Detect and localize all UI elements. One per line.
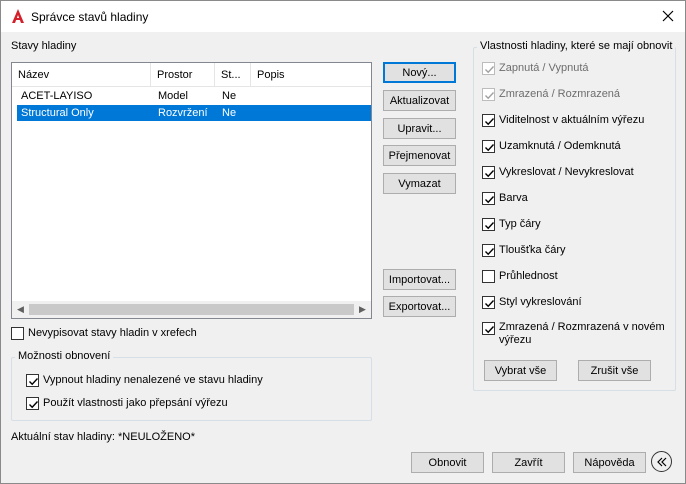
close-icon[interactable] — [651, 1, 685, 31]
title-bar: Správce stavů hladiny — [1, 1, 685, 32]
apply-as-viewport-override-label: Použít vlastnosti jako přepsání výřezu — [43, 397, 228, 409]
row-state: Ne — [222, 90, 237, 102]
delete-button[interactable]: Vymazat — [383, 173, 456, 194]
close-button[interactable]: Zavřít — [492, 452, 565, 473]
rename-button[interactable]: Přejmenovat — [383, 145, 456, 166]
row-state: Ne — [222, 107, 237, 119]
import-button[interactable]: Importovat... — [383, 269, 456, 290]
on-off-label: Zapnutá / Vypnutá — [499, 62, 589, 74]
restore-button[interactable]: Obnovit — [411, 452, 484, 473]
viewport-visibility-label: Viditelnost v aktuálním výřezu — [499, 114, 645, 126]
transparency-checkbox[interactable] — [482, 270, 495, 283]
help-button[interactable]: Nápověda — [573, 452, 646, 473]
new-vp-frozen-label-line2: výřezu — [499, 334, 532, 346]
apply-as-viewport-override-checkbox[interactable] — [26, 397, 39, 410]
layer-states-label: Stavy hladiny — [11, 40, 77, 52]
viewport-visibility-checkbox[interactable] — [482, 114, 495, 127]
column-header-name[interactable]: Název — [12, 63, 151, 87]
export-button[interactable]: Exportovat... — [383, 296, 456, 317]
properties-to-restore-label: Vlastnosti hladiny, které se mají obnovi… — [477, 40, 676, 52]
list-header: Název Prostor St... Popis — [12, 63, 371, 87]
scroll-left-icon[interactable]: ◀ — [12, 301, 29, 318]
turn-off-missing-layers-label: Vypnout hladiny nenalezené ve stavu hlad… — [43, 374, 263, 386]
new-vp-frozen-label: Zmrazená / Rozmrazená v novém — [499, 321, 665, 333]
layer-states-list[interactable]: Název Prostor St... Popis ACET-LAYISO Mo… — [11, 62, 372, 319]
update-button[interactable]: Aktualizovat — [383, 90, 456, 111]
new-button[interactable]: Nový... — [383, 62, 456, 83]
new-vp-frozen-checkbox[interactable] — [482, 322, 495, 335]
plot-noplot-label: Vykreslovat / Nevykreslovat — [499, 166, 634, 178]
chevron-left-circle-icon[interactable] — [651, 451, 672, 472]
restore-options-group — [11, 357, 372, 421]
linetype-checkbox[interactable] — [482, 218, 495, 231]
color-label: Barva — [499, 192, 528, 204]
row-name: Structural Only — [21, 107, 94, 119]
edit-button[interactable]: Upravit... — [383, 118, 456, 139]
window-title: Správce stavů hladiny — [31, 10, 149, 24]
list-item-selected[interactable]: Structural Only Rozvržení Ne — [17, 105, 371, 121]
scroll-right-icon[interactable]: ▶ — [354, 301, 371, 318]
column-header-description[interactable]: Popis — [251, 63, 371, 87]
transparency-label: Průhlednost — [499, 270, 558, 282]
linetype-label: Typ čáry — [499, 218, 541, 230]
list-item[interactable]: ACET-LAYISO Model Ne — [17, 88, 371, 104]
plot-noplot-checkbox[interactable] — [482, 166, 495, 179]
scrollbar-thumb[interactable] — [29, 304, 354, 315]
row-name: ACET-LAYISO — [21, 90, 93, 102]
column-header-state[interactable]: St... — [215, 63, 251, 87]
frozen-thawed-label: Zmrazená / Rozmrazená — [499, 88, 621, 100]
restore-options-label: Možnosti obnovení — [15, 350, 114, 362]
autocad-a-icon — [10, 8, 26, 24]
frozen-thawed-checkbox[interactable] — [482, 88, 495, 101]
no-xref-checkbox[interactable] — [11, 327, 24, 340]
plot-style-label: Styl vykreslování — [499, 296, 582, 308]
clear-all-button[interactable]: Zrušit vše — [578, 360, 651, 381]
on-off-checkbox[interactable] — [482, 62, 495, 75]
plot-style-checkbox[interactable] — [482, 296, 495, 309]
current-layer-state: Aktuální stav hladiny: *NEULOŽENO* — [11, 431, 196, 443]
color-checkbox[interactable] — [482, 192, 495, 205]
layer-states-manager-dialog: Správce stavů hladiny Stavy hladiny Náze… — [0, 0, 686, 484]
locked-unlocked-label: Uzamknutá / Odemknutá — [499, 140, 621, 152]
select-all-button[interactable]: Vybrat vše — [484, 360, 557, 381]
column-header-space[interactable]: Prostor — [151, 63, 215, 87]
lineweight-checkbox[interactable] — [482, 244, 495, 257]
horizontal-scrollbar[interactable]: ◀ ▶ — [12, 301, 371, 318]
locked-unlocked-checkbox[interactable] — [482, 140, 495, 153]
row-space: Rozvržení — [158, 107, 208, 119]
turn-off-missing-layers-checkbox[interactable] — [26, 374, 39, 387]
lineweight-label: Tloušťka čáry — [499, 244, 566, 256]
row-space: Model — [158, 90, 188, 102]
no-xref-label: Nevypisovat stavy hladin v xrefech — [28, 327, 197, 339]
